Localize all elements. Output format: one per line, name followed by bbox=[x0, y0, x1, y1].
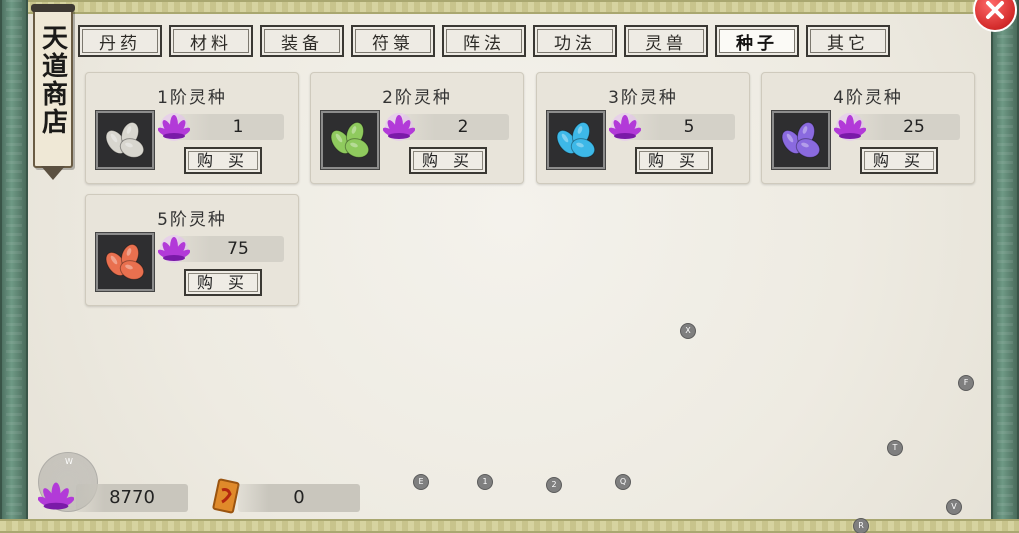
buy-button[interactable]: 购 买 bbox=[184, 147, 262, 174]
shop-item-card: 2阶灵种 2 购 买 bbox=[310, 72, 524, 184]
shop-item-card: 1阶灵种 1 购 买 bbox=[85, 72, 299, 184]
tab-talismans[interactable]: 符箓 bbox=[351, 25, 435, 57]
key-hint-q: Q bbox=[615, 474, 631, 490]
item-icon-frame[interactable] bbox=[546, 110, 606, 170]
shop-item-card: 3阶灵种 5 购 买 bbox=[536, 72, 750, 184]
tab-others[interactable]: 其它 bbox=[806, 25, 890, 57]
item-price: 25 bbox=[854, 114, 960, 140]
item-icon-frame[interactable] bbox=[771, 110, 831, 170]
buy-button[interactable]: 购 买 bbox=[409, 147, 487, 174]
seed-icon bbox=[330, 121, 370, 158]
tab-materials[interactable]: 材料 bbox=[169, 25, 253, 57]
spirit-stone-balance: 8770 bbox=[76, 484, 188, 512]
key-hint-x: X bbox=[680, 323, 696, 339]
tab-spirit-beasts[interactable]: 灵兽 bbox=[624, 25, 708, 57]
lotus-icon bbox=[383, 113, 415, 141]
lotus-icon bbox=[609, 113, 641, 141]
item-icon-frame[interactable] bbox=[320, 110, 380, 170]
item-title: 5阶灵种 bbox=[157, 210, 227, 230]
buy-button[interactable]: 购 买 bbox=[635, 147, 713, 174]
category-tabs: 丹药 材料 装备 符箓 阵法 功法 灵兽 种子 其它 bbox=[78, 25, 890, 57]
seed-icon bbox=[105, 121, 145, 158]
frame-top bbox=[0, 0, 1019, 14]
lotus-icon bbox=[158, 113, 190, 141]
shop-title: 天道商店 bbox=[37, 24, 68, 136]
shop-item-card: 4阶灵种 25 购 买 bbox=[761, 72, 975, 184]
seed-icon bbox=[556, 121, 596, 158]
item-price: 1 bbox=[178, 114, 284, 140]
buy-button[interactable]: 购 买 bbox=[860, 147, 938, 174]
item-title: 4阶灵种 bbox=[833, 88, 903, 108]
key-hint-2: 2 bbox=[546, 477, 562, 493]
tab-equipment[interactable]: 装备 bbox=[260, 25, 344, 57]
seed-icon bbox=[105, 243, 145, 280]
item-title: 2阶灵种 bbox=[382, 88, 452, 108]
lotus-icon bbox=[158, 235, 190, 263]
frame-right bbox=[991, 0, 1019, 533]
tab-pills[interactable]: 丹药 bbox=[78, 25, 162, 57]
tab-techniques[interactable]: 功法 bbox=[533, 25, 617, 57]
joystick-key-label: W bbox=[65, 457, 73, 466]
key-hint-e: E bbox=[413, 474, 429, 490]
token-balance: 0 bbox=[238, 484, 360, 512]
item-price: 5 bbox=[629, 114, 735, 140]
seed-icon bbox=[781, 121, 821, 158]
key-hint-1: 1 bbox=[477, 474, 493, 490]
key-hint-f: F bbox=[958, 375, 974, 391]
item-price: 2 bbox=[403, 114, 509, 140]
item-title: 1阶灵种 bbox=[157, 88, 227, 108]
item-icon-frame[interactable] bbox=[95, 232, 155, 292]
tab-seeds[interactable]: 种子 bbox=[715, 25, 799, 57]
buy-button[interactable]: 购 买 bbox=[184, 269, 262, 296]
item-icon-frame[interactable] bbox=[95, 110, 155, 170]
item-price: 75 bbox=[178, 236, 284, 262]
shop-item-card: 5阶灵种 75 购 买 bbox=[85, 194, 299, 306]
frame-left bbox=[0, 0, 28, 533]
tab-formations[interactable]: 阵法 bbox=[442, 25, 526, 57]
lotus-icon bbox=[834, 113, 866, 141]
key-hint-t: T bbox=[887, 440, 903, 456]
key-hint-r: R bbox=[853, 518, 869, 533]
key-hint-v: V bbox=[946, 499, 962, 515]
close-icon bbox=[986, 1, 1004, 19]
shop-title-banner: 天道商店 bbox=[31, 4, 75, 168]
item-title: 3阶灵种 bbox=[608, 88, 678, 108]
lotus-icon bbox=[38, 482, 74, 510]
